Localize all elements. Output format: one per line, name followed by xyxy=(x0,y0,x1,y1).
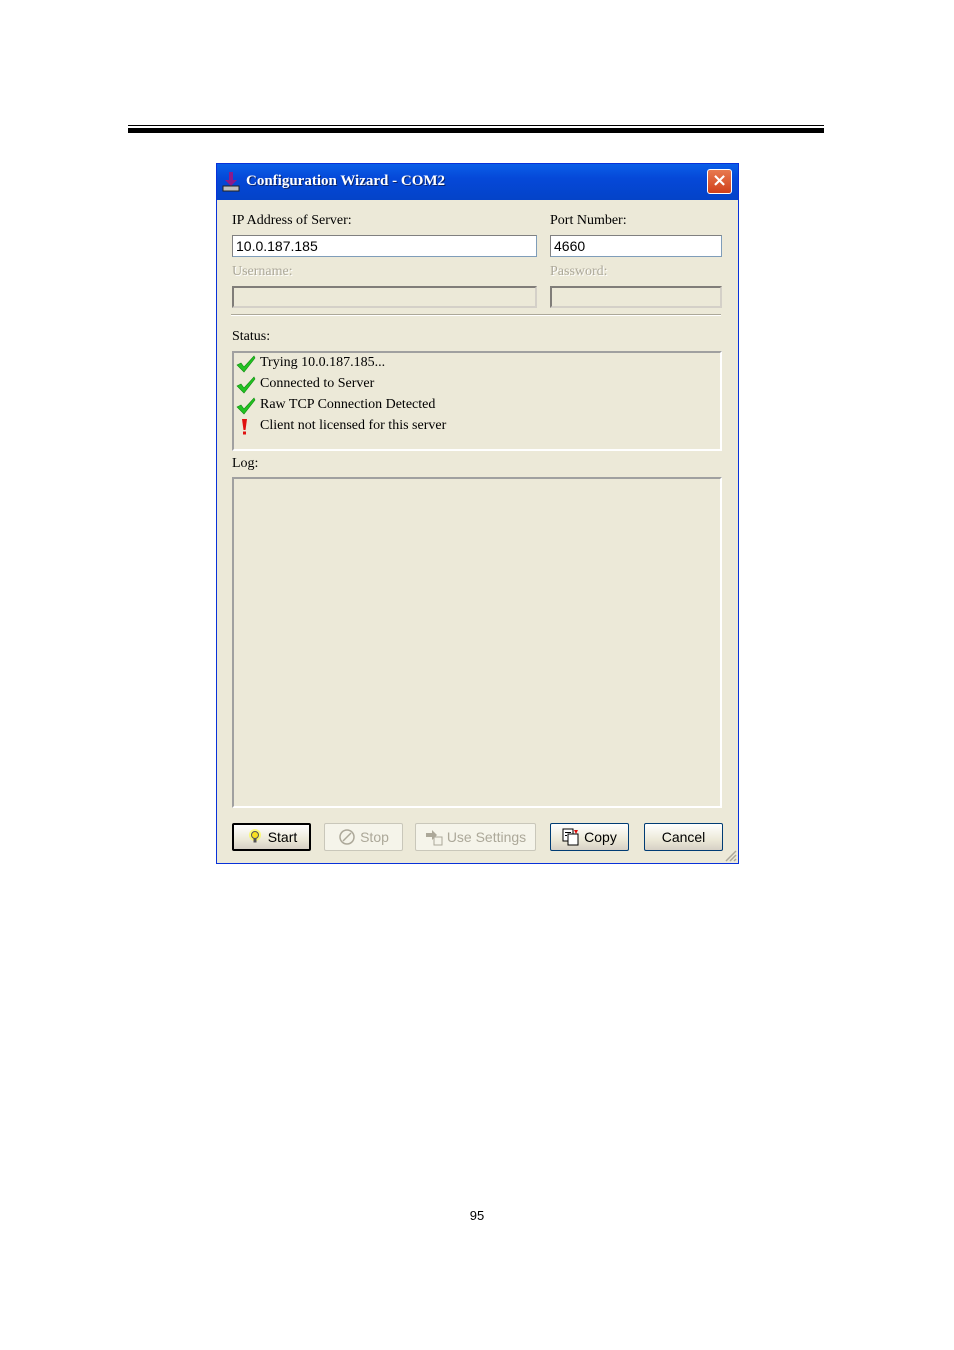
check-icon xyxy=(236,355,256,373)
stop-icon xyxy=(339,829,355,845)
port-number-input[interactable]: 4660 xyxy=(550,235,722,257)
apply-settings-icon xyxy=(425,830,443,846)
stop-button[interactable]: Stop xyxy=(324,823,403,851)
status-text: Connected to Server xyxy=(260,376,375,391)
use-settings-button[interactable]: Use Settings xyxy=(415,823,536,851)
cancel-button[interactable]: Cancel xyxy=(644,823,723,851)
check-icon xyxy=(236,397,256,415)
port-number-label: Port Number: xyxy=(550,213,627,228)
header-rule-thick xyxy=(128,128,824,133)
download-port-icon xyxy=(222,172,240,192)
status-text: Trying 10.0.187.185... xyxy=(260,355,386,370)
status-item: Connected to Server xyxy=(234,375,720,396)
start-label: Start xyxy=(267,829,298,845)
use-settings-label: Use Settings xyxy=(446,829,527,845)
username-label: Username: xyxy=(232,264,293,279)
title-bar[interactable]: Configuration Wizard - COM2 × xyxy=(217,164,738,200)
cancel-label: Cancel xyxy=(661,829,706,845)
status-item: Trying 10.0.187.185... xyxy=(234,354,720,375)
copy-button[interactable]: Copy xyxy=(550,823,629,851)
status-item: Client not licensed for this server xyxy=(234,417,720,438)
status-label: Status: xyxy=(232,329,271,344)
status-item: Raw TCP Connection Detected xyxy=(234,396,720,417)
ip-address-input[interactable]: 10.0.187.185 xyxy=(232,235,537,257)
resize-grip-icon[interactable] xyxy=(723,848,737,862)
username-input xyxy=(232,286,537,308)
status-list: Trying 10.0.187.185... Connected to Serv… xyxy=(232,351,722,451)
ip-address-label: IP Address of Server: xyxy=(232,213,352,228)
start-button[interactable]: Start xyxy=(232,823,311,851)
status-text: Raw TCP Connection Detected xyxy=(260,397,436,412)
copy-label: Copy xyxy=(584,829,617,845)
lightbulb-icon xyxy=(248,829,261,843)
password-input xyxy=(550,286,722,308)
log-label: Log: xyxy=(232,456,259,471)
log-area[interactable] xyxy=(232,477,722,808)
page-number: 95 xyxy=(469,1208,485,1223)
check-icon xyxy=(236,376,256,394)
copy-icon xyxy=(562,828,579,846)
status-text: Client not licensed for this server xyxy=(260,418,447,433)
exclamation-icon xyxy=(242,419,247,435)
configuration-wizard-window: Configuration Wizard - COM2 × IP Address… xyxy=(216,163,739,864)
password-label: Password: xyxy=(550,264,608,279)
close-button[interactable]: × xyxy=(707,169,732,194)
stop-label: Stop xyxy=(360,829,389,845)
separator xyxy=(231,314,721,316)
window-title: Configuration Wizard - COM2 xyxy=(246,173,446,189)
header-rule-thin xyxy=(128,125,824,126)
